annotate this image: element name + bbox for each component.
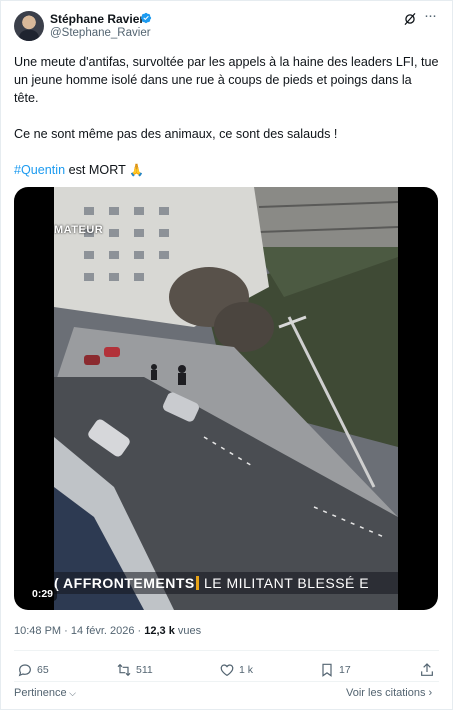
reply-count: 65 — [37, 664, 49, 676]
banner-separator — [196, 576, 199, 590]
views-count: 12,3 k — [144, 625, 175, 637]
chevron-right-icon: › — [425, 687, 433, 699]
tweet-card: Stéphane Ravier @Stephane_Ravier ··· Une… — [0, 0, 453, 710]
tweet-text-fragment: est MORT — [65, 163, 130, 177]
view-quotes-label: Voir les citations — [346, 687, 426, 699]
like-button[interactable]: 1 k — [219, 661, 253, 679]
video-source-tag: MATEUR — [54, 224, 104, 236]
video-duration: 0:29 — [28, 587, 58, 601]
more-options-icon[interactable]: ··· — [424, 8, 440, 26]
repost-icon — [117, 663, 131, 677]
bookmark-button[interactable]: 17 — [319, 661, 351, 679]
banner-headline: ( AFFRONTEMENTS — [54, 575, 195, 591]
view-quotes-link[interactable]: Voir les citations › — [346, 687, 432, 699]
praying-hands-emoji: 🙏 — [129, 163, 144, 177]
repost-button[interactable]: 511 — [116, 661, 153, 679]
repost-count: 511 — [136, 664, 153, 676]
meta-separator: · — [61, 625, 71, 637]
video-banner: ( AFFRONTEMENTS LE MILITANT BLESSÉ E — [54, 572, 398, 594]
share-button[interactable] — [419, 661, 435, 679]
tweet-time[interactable]: 10:48 PM — [14, 625, 61, 637]
bookmark-count: 17 — [339, 664, 351, 676]
sort-label: Pertinence — [14, 687, 67, 699]
tweet-text: Une meute d'antifas, survoltée par les a… — [14, 53, 439, 197]
views-label: vues — [174, 625, 202, 637]
sort-dropdown[interactable]: Pertinence ⌵ — [14, 687, 76, 699]
banner-subtitle: LE MILITANT BLESSÉ E — [204, 575, 370, 591]
like-count: 1 k — [239, 664, 254, 676]
grok-icon[interactable] — [403, 12, 417, 26]
meta-separator: · — [134, 625, 145, 637]
hashtag-link[interactable]: #Quentin — [14, 163, 65, 177]
tweet-paragraph: Une meute d'antifas, survoltée par les a… — [14, 55, 439, 105]
divider — [14, 681, 439, 682]
video-still-image — [54, 187, 398, 610]
reply-icon — [18, 664, 31, 677]
avatar[interactable] — [14, 11, 44, 41]
tweet-date[interactable]: 14 févr. 2026 — [71, 625, 135, 637]
tweet-paragraph: Ce ne sont même pas des animaux, ce sont… — [14, 127, 338, 141]
bookmark-icon — [322, 663, 332, 677]
divider — [14, 650, 439, 651]
like-icon — [220, 664, 234, 677]
author-name[interactable]: Stéphane Ravier — [50, 12, 144, 26]
reply-button[interactable]: 65 — [17, 661, 49, 679]
tweet-paragraph: #Quentin est MORT 🙏 — [14, 161, 439, 179]
video-player[interactable]: MATEUR ( AFFRONTEMENTS LE MILITANT BLESS… — [14, 187, 438, 610]
verified-badge-icon — [140, 12, 152, 24]
author-handle[interactable]: @Stephane_Ravier — [50, 27, 151, 39]
chevron-down-icon: ⌵ — [66, 688, 76, 698]
tweet-meta: 10:48 PM · 14 févr. 2026 · 12,3 k vues — [14, 625, 201, 637]
video-frame[interactable] — [54, 187, 398, 610]
share-icon — [421, 663, 433, 676]
